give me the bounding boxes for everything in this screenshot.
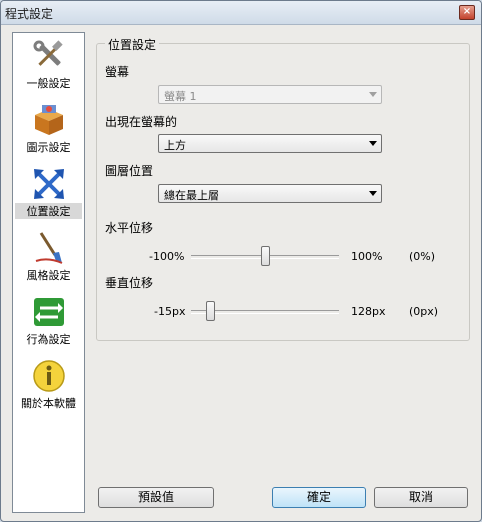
chevron-down-icon <box>369 191 377 196</box>
screen-select-value: 螢幕 1 <box>164 90 197 103</box>
h-offset-thumb[interactable] <box>261 246 270 266</box>
tools-icon <box>33 40 63 66</box>
sidebar-item-icon-settings[interactable]: 圖示設定 <box>13 103 84 155</box>
h-offset-min: -100% <box>149 250 185 263</box>
h-offset-label: 水平位移 <box>105 221 154 235</box>
move-arrows-icon <box>33 169 64 199</box>
v-offset-track[interactable] <box>191 301 339 321</box>
sidebar-item-general[interactable]: 一般設定 <box>13 39 84 91</box>
settings-window: 程式設定 × 一般設定 圖示設定 位置設定 風格設定 行為設定 關於本軟體 位置… <box>0 0 482 522</box>
layer-select-value: 總在最上層 <box>164 189 219 202</box>
sidebar-item-behavior[interactable]: 行為設定 <box>13 295 84 347</box>
layer-select[interactable]: 總在最上層 <box>158 184 382 203</box>
info-icon <box>32 360 65 392</box>
appear-select-value: 上方 <box>164 139 186 152</box>
cancel-button[interactable]: 取消 <box>374 487 468 508</box>
sidebar-item-label: 圖示設定 <box>26 141 71 154</box>
sidebar-item-label: 關於本軟體 <box>21 397 76 410</box>
default-button-label: 預設值 <box>137 490 174 504</box>
sidebar-item-about[interactable]: 關於本軟體 <box>13 359 84 411</box>
swap-arrows-icon <box>33 298 64 326</box>
group-title: 位置設定 <box>105 36 160 53</box>
v-offset-thumb[interactable] <box>206 301 215 321</box>
sidebar-item-label: 一般設定 <box>26 77 71 90</box>
settings-sidebar: 一般設定 圖示設定 位置設定 風格設定 行為設定 關於本軟體 <box>12 32 85 513</box>
h-offset-track[interactable] <box>191 246 339 266</box>
sidebar-item-style[interactable]: 風格設定 <box>13 231 84 283</box>
appear-label: 出現在螢幕的 <box>105 115 178 129</box>
screen-select: 螢幕 1 <box>158 85 382 104</box>
sidebar-item-label: 行為設定 <box>26 333 71 346</box>
default-button[interactable]: 預設值 <box>98 487 214 508</box>
screen-label: 螢幕 <box>105 65 130 79</box>
sidebar-item-label: 風格設定 <box>26 269 71 282</box>
v-offset-label: 垂直位移 <box>105 276 154 290</box>
ok-button[interactable]: 確定 <box>272 487 366 508</box>
sidebar-item-label: 位置設定 <box>15 203 82 219</box>
layer-label: 圖層位置 <box>105 164 154 178</box>
box-icon <box>34 105 63 135</box>
h-offset-max: 100% <box>351 250 383 263</box>
close-icon[interactable]: × <box>463 6 471 17</box>
v-offset-min: -15px <box>154 305 186 318</box>
sidebar-item-position[interactable]: 位置設定 <box>13 167 84 219</box>
v-offset-value: (0px) <box>409 305 439 318</box>
window-title: 程式設定 <box>5 7 54 21</box>
paintbrush-icon <box>35 232 62 264</box>
h-offset-value: (0%) <box>409 250 436 263</box>
v-offset-max: 128px <box>351 305 386 318</box>
chevron-down-icon <box>369 141 377 146</box>
ok-button-label: 確定 <box>306 490 331 504</box>
appear-select[interactable]: 上方 <box>158 134 382 153</box>
chevron-down-icon <box>369 92 377 97</box>
close-button[interactable]: × <box>459 5 475 20</box>
title-bar[interactable]: 程式設定 × <box>1 1 481 25</box>
cancel-button-label: 取消 <box>408 490 433 504</box>
